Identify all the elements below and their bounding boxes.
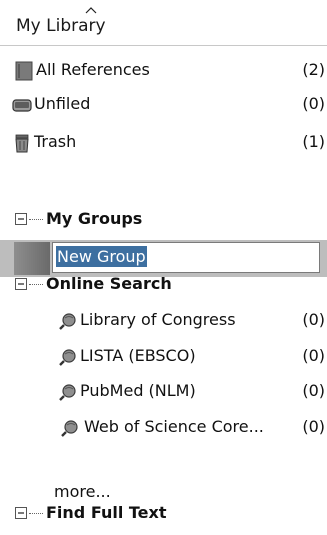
collapse-toggle-icon[interactable] xyxy=(15,213,27,225)
section-online-search[interactable]: Online Search xyxy=(0,268,327,301)
search-globe-icon xyxy=(59,313,76,330)
library-item-label: Trash xyxy=(34,132,77,151)
online-search-label: Library of Congress xyxy=(80,310,236,329)
library-item-unfiled[interactable]: Unfiled (0) xyxy=(0,88,327,121)
online-search-count: (0) xyxy=(302,346,325,365)
trash-icon xyxy=(15,134,29,153)
chevron-up-icon[interactable] xyxy=(83,4,99,16)
search-globe-icon xyxy=(61,420,78,437)
collapse-toggle-icon[interactable] xyxy=(15,278,27,290)
section-find-full-text[interactable]: Find Full Text xyxy=(0,497,327,530)
online-search-item[interactable]: Web of Science Core... (0) xyxy=(0,411,327,444)
library-item-count: (2) xyxy=(302,60,325,79)
tree-connector xyxy=(29,219,43,220)
online-search-count: (0) xyxy=(302,417,325,436)
library-item-trash[interactable]: Trash (1) xyxy=(0,126,327,159)
library-item-label: All References xyxy=(36,60,150,79)
box-icon xyxy=(12,99,32,112)
online-search-label: PubMed (NLM) xyxy=(80,381,196,400)
tree-connector xyxy=(29,284,43,285)
selected-text: New Group xyxy=(56,246,147,267)
online-search-item[interactable]: Library of Congress (0) xyxy=(0,304,327,337)
online-search-item[interactable]: LISTA (EBSCO) (0) xyxy=(0,340,327,373)
search-globe-icon xyxy=(59,384,76,401)
online-search-label: Web of Science Core... xyxy=(84,417,264,436)
online-search-count: (0) xyxy=(302,310,325,329)
collapse-toggle-icon[interactable] xyxy=(15,507,27,519)
section-title: Online Search xyxy=(46,274,172,293)
library-item-count: (1) xyxy=(302,132,325,151)
online-search-count: (0) xyxy=(302,381,325,400)
tree-connector xyxy=(29,513,43,514)
library-item-label: Unfiled xyxy=(34,94,91,113)
online-search-item[interactable]: PubMed (NLM) (0) xyxy=(0,375,327,408)
library-item-count: (0) xyxy=(302,94,325,113)
search-globe-icon xyxy=(59,349,76,366)
header-title: My Library xyxy=(16,16,106,36)
section-title: Find Full Text xyxy=(46,503,167,522)
section-my-groups[interactable]: My Groups xyxy=(0,203,327,236)
library-header: My Library xyxy=(0,0,327,46)
online-search-label: LISTA (EBSCO) xyxy=(80,346,196,365)
library-item-all-references[interactable]: All References (2) xyxy=(0,54,327,87)
book-icon xyxy=(15,61,33,81)
section-title: My Groups xyxy=(46,209,143,228)
